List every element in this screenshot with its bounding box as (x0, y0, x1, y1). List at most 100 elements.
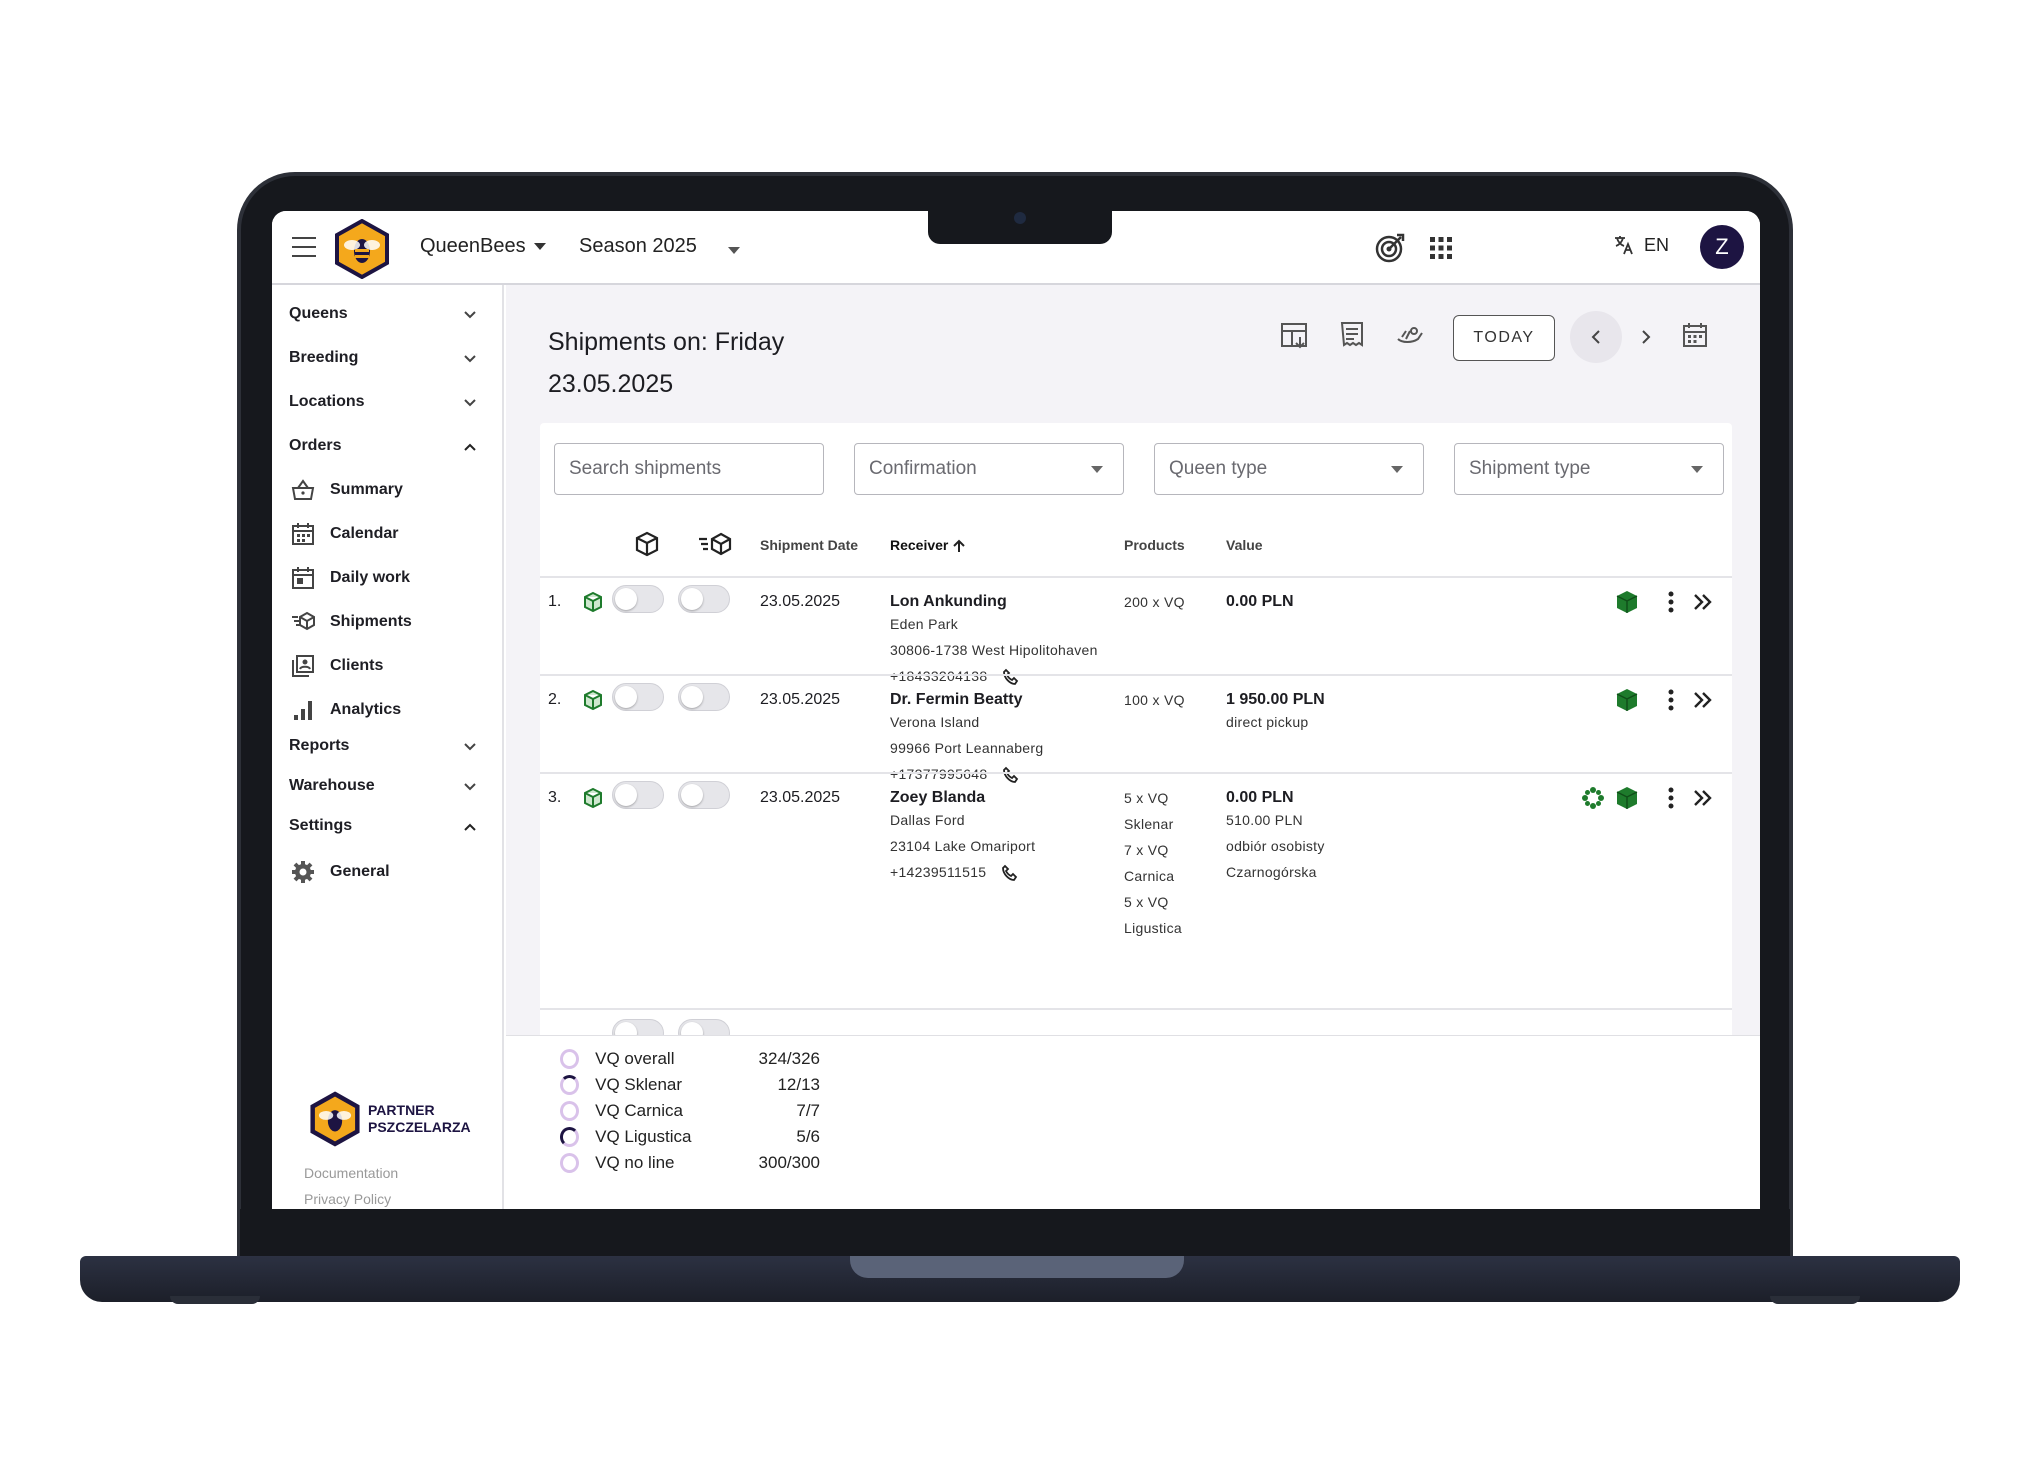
column-header-receiver[interactable]: Receiver (890, 537, 966, 553)
sidebar-item-calendar[interactable]: Calendar (290, 521, 398, 547)
analytics-icon (294, 701, 312, 720)
season-select[interactable]: Season 2025 (579, 235, 697, 258)
sidebar-item-shipments[interactable]: Shipments (290, 609, 412, 635)
document-list-icon[interactable] (1336, 319, 1370, 353)
phone-icon[interactable] (1001, 864, 1019, 882)
chevron-down-icon (533, 243, 546, 251)
queen-type-select[interactable]: Queen type (1154, 443, 1424, 495)
confirmation-label: Confirmation (869, 458, 977, 479)
sidebar-item-general[interactable]: General (290, 859, 390, 885)
shipped-toggle[interactable] (678, 683, 730, 711)
sidebar-group-queens[interactable]: Queens (289, 305, 348, 323)
sidebar-item-summary[interactable]: Summary (290, 477, 403, 503)
sidebar-group-breeding[interactable]: Breeding (289, 349, 358, 367)
column-header-products[interactable]: Products (1124, 537, 1185, 553)
sidebar-item-label: Analytics (330, 701, 402, 718)
product-line: Carnica (1124, 868, 1175, 884)
receiver-cell: Zoey Blanda Dallas Ford 23104 Lake Omari… (890, 789, 1035, 885)
shipped-toggle[interactable] (678, 585, 730, 613)
sidebar-group-warehouse[interactable]: Warehouse (289, 777, 375, 795)
avatar[interactable]: Z (1700, 225, 1744, 269)
receiver-name[interactable]: Dr. Fermin Beatty (890, 691, 1043, 709)
laptop-foot (1770, 1296, 1860, 1304)
previous-day-button[interactable] (1570, 311, 1622, 363)
menu-icon[interactable] (292, 237, 316, 257)
product-line: Sklenar (1124, 816, 1174, 832)
box-confirmed-icon[interactable] (1614, 687, 1640, 713)
apps-grid-icon[interactable] (1424, 231, 1458, 265)
sidebar-group-settings[interactable]: Settings (289, 817, 352, 835)
language-switcher[interactable]: EN (1612, 233, 1669, 257)
chevron-up-icon[interactable] (464, 821, 476, 833)
summary-value: 12/13 (777, 1075, 820, 1094)
search-input[interactable]: Search shipments (554, 443, 824, 495)
value-amount: 1 950.00 PLN (1226, 691, 1325, 708)
chevron-down-icon[interactable] (464, 781, 476, 793)
value-cell: 1 950.00 PLN direct pickup (1226, 691, 1325, 735)
summary-row: VQ Carnica 7/7 (560, 1098, 820, 1124)
chevron-down-icon[interactable] (464, 353, 476, 365)
double-chevron-right-icon[interactable] (1690, 687, 1716, 713)
packed-toggle[interactable] (612, 683, 664, 711)
privacy-policy-link[interactable]: Privacy Policy (304, 1191, 391, 1207)
chevron-down-icon[interactable] (464, 397, 476, 409)
table-export-icon[interactable] (1278, 319, 1312, 353)
sidebar-group-orders[interactable]: Orders (289, 437, 341, 455)
queenbees-logo[interactable] (334, 219, 390, 279)
org-switcher[interactable]: QueenBees (420, 235, 546, 258)
column-header-date[interactable]: Shipment Date (760, 537, 858, 553)
packed-toggle[interactable] (612, 585, 664, 613)
box-confirmed-icon[interactable] (1614, 785, 1640, 811)
receiver-name[interactable]: Lon Ankunding (890, 593, 1098, 611)
summary-row: VQ Ligustica 5/6 (560, 1124, 820, 1150)
sidebar-item-daily-work[interactable]: Daily work (290, 565, 410, 591)
row-divider (540, 772, 1732, 774)
documentation-link[interactable]: Documentation (304, 1165, 398, 1181)
phone-icon[interactable] (1002, 766, 1020, 784)
partner-badge[interactable]: PARTNER PSZCZELARZA (310, 1091, 471, 1147)
more-vert-icon[interactable] (1658, 687, 1684, 713)
phone-icon[interactable] (1002, 668, 1020, 686)
flower-icon[interactable] (1580, 785, 1606, 811)
courier-icon[interactable] (1394, 319, 1428, 353)
chevron-down-icon[interactable] (728, 247, 740, 254)
chevron-down-icon[interactable] (464, 309, 476, 321)
summary-label: VQ Sklenar (595, 1075, 683, 1094)
calendar-icon[interactable] (1678, 319, 1712, 353)
sidebar-group-reports[interactable]: Reports (289, 737, 349, 755)
target-icon[interactable] (1373, 231, 1407, 265)
sidebar-item-analytics[interactable]: Analytics (290, 697, 401, 723)
shipped-toggle[interactable] (678, 781, 730, 809)
chevron-down-icon[interactable] (464, 741, 476, 753)
partner-logo (310, 1091, 360, 1147)
chevron-up-icon[interactable] (464, 441, 476, 453)
chevron-right-icon[interactable] (1638, 329, 1654, 345)
receiver-name[interactable]: Zoey Blanda (890, 789, 1035, 807)
shipment-type-select[interactable]: Shipment type (1454, 443, 1724, 495)
box-confirmed-icon[interactable] (1614, 589, 1640, 615)
packed-toggle[interactable] (612, 781, 664, 809)
sidebar-group-locations[interactable]: Locations (289, 393, 365, 411)
page-title: Shipments on: Friday 23.05.2025 (548, 321, 888, 405)
sidebar-item-label: Daily work (330, 569, 411, 586)
double-chevron-right-icon[interactable] (1690, 589, 1716, 615)
column-header-value[interactable]: Value (1226, 537, 1263, 553)
today-button[interactable]: TODAY (1453, 315, 1555, 361)
more-vert-icon[interactable] (1658, 785, 1684, 811)
summary-value: 7/7 (796, 1101, 820, 1120)
receiver-address-1: Verona Island (890, 714, 980, 730)
double-chevron-right-icon[interactable] (1690, 785, 1716, 811)
laptop-bezel (240, 1209, 1790, 1257)
progress-ring-icon (560, 1049, 580, 1069)
receiver-address-2: 23104 Lake Omariport (890, 838, 1036, 854)
package-icon[interactable] (634, 531, 660, 557)
page-title-line1: Shipments on: Friday (548, 328, 785, 356)
more-vert-icon[interactable] (1658, 589, 1684, 615)
confirmation-select[interactable]: Confirmation (854, 443, 1124, 495)
sidebar-item-clients[interactable]: Clients (290, 653, 383, 679)
progress-ring-icon (560, 1127, 580, 1147)
shipments-icon[interactable] (698, 531, 732, 557)
queen-type-label: Queen type (1169, 458, 1268, 479)
products-cell: 5 x VQ Sklenar 7 x VQ Carnica 5 x VQ Lig… (1124, 785, 1182, 941)
daily-work-icon (292, 567, 314, 589)
